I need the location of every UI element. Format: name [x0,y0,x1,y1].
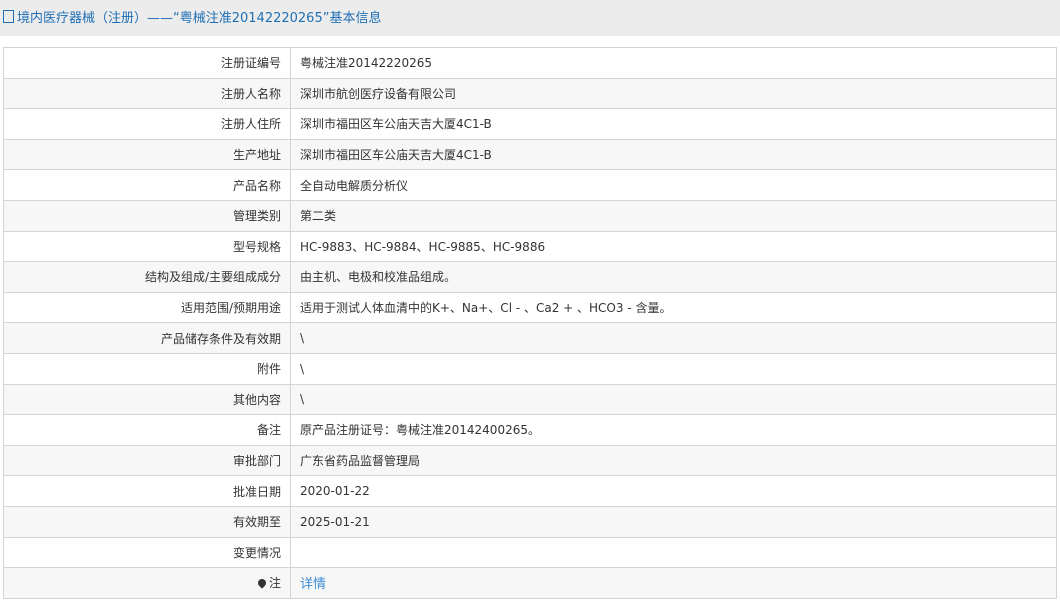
table-row: 有效期至 2025-01-21 [3,505,1057,538]
details-link[interactable]: 详情 [300,577,326,592]
row-value: 2025-01-21 [290,505,1057,538]
row-value: 原产品注册证号：粤械注准20142400265。 [290,414,1057,446]
table-row: 审批部门 广东省药品监督管理局 [3,444,1057,477]
pin-icon [256,577,268,590]
row-label: 产品储存条件及有效期 [3,322,291,354]
row-value: 第二类 [290,199,1057,232]
table-row: 产品名称 全自动电解质分析仪 [3,169,1057,201]
row-label: 产品名称 [3,169,291,201]
row-label: 审批部门 [3,444,291,477]
row-label: 变更情况 [3,536,291,569]
table-row: 批准日期 2020-01-22 [3,475,1057,507]
row-value: 深圳市航创医疗设备有限公司 [290,77,1057,110]
table-row: 注册人名称 深圳市航创医疗设备有限公司 [3,77,1057,110]
row-value: \ [290,352,1057,385]
row-value: 适用于测试人体血清中的K+、Na+、Cl - 、Ca2 + 、HCO3 - 含量… [290,291,1057,324]
row-label: 管理类别 [3,199,291,232]
row-value: \ [290,322,1057,354]
table-row: 适用范围/预期用途 适用于测试人体血清中的K+、Na+、Cl - 、Ca2 + 、… [3,291,1057,324]
table-row: 管理类别 第二类 [3,199,1057,232]
row-value [290,536,1057,569]
row-value: 深圳市福田区车公庙天吉大厦4C1-B [290,108,1057,140]
document-icon [3,10,14,23]
note-value: 详情 [290,567,1057,599]
note-label: 注 [3,567,291,599]
table-row: 备注 原产品注册证号：粤械注准20142400265。 [3,414,1057,446]
row-label: 适用范围/预期用途 [3,291,291,324]
table-row: 生产地址 深圳市福田区车公庙天吉大厦4C1-B [3,138,1057,171]
row-label: 注册人名称 [3,77,291,110]
row-label: 其他内容 [3,383,291,416]
info-table: 注册证编号 粤械注准20142220265 注册人名称 深圳市航创医疗设备有限公司 注册… [3,47,1057,599]
table-row: 变更情况 [3,536,1057,569]
row-label: 型号规格 [3,230,291,263]
table-row: 型号规格 HC-9883、HC-9884、HC-9885、HC-9886 [3,230,1057,263]
row-label: 生产地址 [3,138,291,171]
row-value: 广东省药品监督管理局 [290,444,1057,477]
note-label-text: 注 [268,576,281,591]
table-row-note: 注 详情 [3,567,1057,599]
row-label: 注册人住所 [3,108,291,140]
row-label: 附件 [3,352,291,385]
row-label: 批准日期 [3,475,291,507]
row-label: 结构及组成/主要组成成分 [3,261,291,293]
table-row: 附件 \ [3,352,1057,385]
table-row: 产品储存条件及有效期 \ [3,322,1057,354]
row-label: 注册证编号 [3,47,291,79]
row-value: 2020-01-22 [290,475,1057,507]
row-value: 由主机、电极和校准品组成。 [290,261,1057,293]
page-title: 境内医疗器械（注册）——“粤械注准20142220265”基本信息 [0,0,1060,36]
table-row: 注册人住所 深圳市福田区车公庙天吉大厦4C1-B [3,108,1057,140]
row-value: \ [290,383,1057,416]
row-value: HC-9883、HC-9884、HC-9885、HC-9886 [290,230,1057,263]
table-row: 其他内容 \ [3,383,1057,416]
row-value: 粤械注准20142220265 [290,47,1057,79]
page-title-text: 境内医疗器械（注册）——“粤械注准20142220265”基本信息 [17,11,382,26]
row-value: 全自动电解质分析仪 [290,169,1057,201]
table-row: 注册证编号 粤械注准20142220265 [3,47,1057,79]
row-value: 深圳市福田区车公庙天吉大厦4C1-B [290,138,1057,171]
table-row: 结构及组成/主要组成成分 由主机、电极和校准品组成。 [3,261,1057,293]
row-label: 备注 [3,414,291,446]
row-label: 有效期至 [3,505,291,538]
